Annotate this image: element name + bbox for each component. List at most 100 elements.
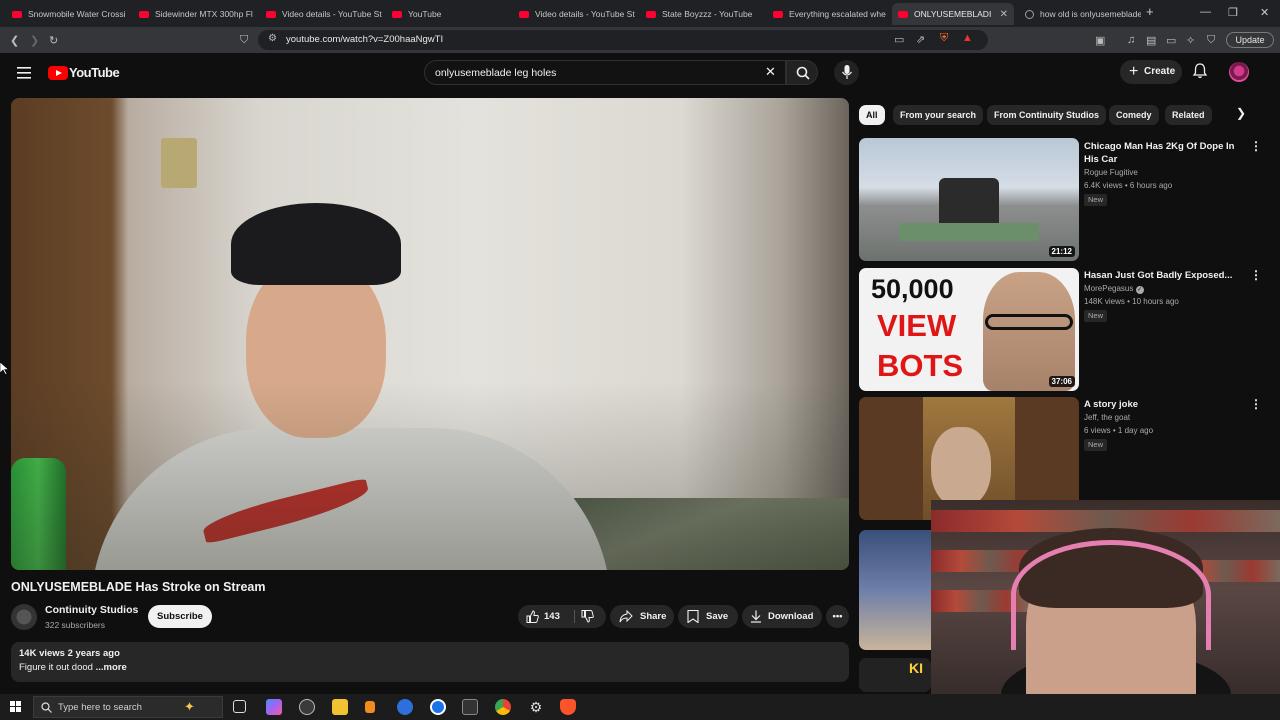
search-button[interactable] xyxy=(786,60,818,85)
app-icon[interactable] xyxy=(430,699,446,715)
vpn-icon[interactable]: ⛉ xyxy=(1207,34,1215,47)
like-divider xyxy=(574,610,575,623)
app-icon[interactable] xyxy=(365,701,375,713)
wallet-icon[interactable]: ▭ xyxy=(1166,34,1176,47)
minimize-icon[interactable]: — xyxy=(1200,6,1211,18)
channel-name[interactable]: Continuity Studios xyxy=(45,604,138,616)
browser-tab[interactable]: Everything escalated whe xyxy=(767,3,889,25)
like-count[interactable]: 143 xyxy=(544,605,560,628)
share-page-icon[interactable]: ⇗ xyxy=(916,33,925,46)
reload-icon[interactable]: ↻ xyxy=(49,34,58,47)
menu-icon[interactable] xyxy=(17,67,31,79)
rec-title[interactable]: Chicago Man Has 2Kg Of Dope In His Car xyxy=(1084,140,1244,166)
dislike-icon[interactable] xyxy=(581,610,594,623)
app-icon[interactable] xyxy=(462,699,478,715)
save-button[interactable]: Save xyxy=(678,605,738,628)
youtube-icon xyxy=(392,10,402,18)
close-tab-icon[interactable]: ✕ xyxy=(1000,9,1008,20)
rec-thumbnail[interactable]: 21:12 xyxy=(859,138,1079,261)
youtube-icon xyxy=(12,10,22,18)
more-vertical-icon[interactable]: ⋮ xyxy=(1250,268,1262,282)
video-player[interactable] xyxy=(11,98,849,570)
copilot-icon[interactable] xyxy=(266,699,282,715)
brave-shield-icon[interactable]: ⛨ xyxy=(940,32,948,45)
rec-channel[interactable]: Rogue Fugitive xyxy=(1084,168,1138,177)
browser-tab[interactable]: YouTube xyxy=(386,3,508,25)
rec-title[interactable]: A story joke xyxy=(1084,398,1244,411)
chip-from-your-search[interactable]: From your search xyxy=(893,105,984,125)
user-avatar[interactable] xyxy=(1229,62,1249,82)
rec-thumbnail[interactable]: KI xyxy=(859,658,931,692)
create-button[interactable]: Create xyxy=(1120,60,1182,84)
download-button[interactable]: Download xyxy=(742,605,822,628)
rec-channel[interactable]: Jeff, the goat xyxy=(1084,413,1130,422)
thumb-overlay-text: KI xyxy=(909,660,923,676)
youtube-logo-text[interactable]: YouTube xyxy=(69,65,120,80)
rec-meta: 6 views • 1 day ago xyxy=(1084,426,1154,435)
cast-icon[interactable]: ▭ xyxy=(894,33,904,46)
chip-comedy[interactable]: Comedy xyxy=(1109,105,1159,125)
browser-tab[interactable]: Video details - YouTube St xyxy=(513,3,635,25)
chip-related[interactable]: Related xyxy=(1165,105,1212,125)
description-box[interactable]: 14K views 2 years ago Figure it out dood… xyxy=(11,642,849,682)
brave-browser-icon[interactable] xyxy=(560,699,576,715)
share-button[interactable]: Share xyxy=(610,605,674,628)
browser-tab[interactable]: how old is onlyusemeblade xyxy=(1019,3,1141,25)
new-tab-icon[interactable]: + xyxy=(1146,4,1154,19)
obs-icon[interactable] xyxy=(299,699,315,715)
file-explorer-icon[interactable] xyxy=(332,699,348,715)
browser-tab[interactable]: State Boyzzz - YouTube xyxy=(640,3,762,25)
update-button[interactable]: Update xyxy=(1226,32,1274,48)
site-info-icon[interactable]: ⚙ xyxy=(268,33,277,44)
rec-thumbnail[interactable]: 50,000 VIEW BOTS 37:06 xyxy=(859,268,1079,391)
chip-from-channel[interactable]: From Continuity Studios xyxy=(987,105,1106,125)
address-bar[interactable]: ⚙ youtube.com/watch?v=Z00haaNgwTI ▭ ⇗ ⛨ … xyxy=(258,30,988,50)
youtube-icon xyxy=(898,10,908,18)
task-view-icon[interactable] xyxy=(233,700,246,713)
app-icon[interactable] xyxy=(397,699,413,715)
rec-channel[interactable]: MorePegasus ✓ xyxy=(1084,284,1144,294)
more-vertical-icon[interactable]: ⋮ xyxy=(1250,139,1262,153)
settings-gear-icon[interactable]: ⚙ xyxy=(528,699,544,715)
bookmark-icon[interactable]: ⛉ xyxy=(240,34,248,47)
windows-start-icon[interactable] xyxy=(10,701,21,712)
google-icon xyxy=(1025,9,1034,19)
more-actions-button[interactable]: ••• xyxy=(826,605,849,628)
voice-search-button[interactable] xyxy=(834,60,859,85)
back-icon[interactable]: ❮ xyxy=(10,34,19,47)
youtube-logo-icon[interactable] xyxy=(48,66,68,80)
browser-tab[interactable]: Sidewinder MTX 300hp Fl xyxy=(133,3,255,25)
thumb-text-bots: BOTS xyxy=(877,348,964,383)
more-vertical-icon[interactable]: ⋮ xyxy=(1250,397,1262,411)
subscribe-button[interactable]: Subscribe xyxy=(148,605,212,628)
extensions-icon[interactable]: ✧ xyxy=(1186,34,1195,47)
forward-icon[interactable]: ❯ xyxy=(30,34,39,47)
browser-tab[interactable]: Video details - YouTube St xyxy=(260,3,382,25)
notifications-bell-icon[interactable] xyxy=(1192,63,1208,79)
clear-search-icon[interactable]: ✕ xyxy=(765,64,776,80)
sidebar-icon[interactable]: ▣ xyxy=(1095,34,1105,47)
taskbar-search-box[interactable]: Type here to search ✦ xyxy=(33,696,223,718)
show-more-link[interactable]: ...more xyxy=(96,662,127,673)
download-label: Download xyxy=(768,611,814,622)
download-icon xyxy=(751,610,761,623)
chevron-right-icon[interactable]: ❯ xyxy=(1236,106,1246,120)
rec-title[interactable]: Hasan Just Got Badly Exposed... xyxy=(1084,269,1244,282)
restore-icon[interactable]: ❐ xyxy=(1228,6,1238,19)
chip-all[interactable]: All xyxy=(859,105,885,125)
browser-tab-active[interactable]: ONLYUSEMEBLADI ✕ xyxy=(892,3,1014,25)
search-input[interactable]: onlyusemeblade leg holes ✕ xyxy=(424,60,786,85)
channel-avatar[interactable] xyxy=(11,604,37,630)
chrome-icon[interactable] xyxy=(495,699,511,715)
browser-tab[interactable]: Snowmobile Water Crossi xyxy=(6,3,128,25)
new-badge: New xyxy=(1084,439,1108,451)
more-horizontal-icon: ••• xyxy=(832,611,843,622)
like-icon[interactable] xyxy=(526,610,539,623)
brave-rewards-icon[interactable]: ▲ xyxy=(962,32,973,44)
share-label: Share xyxy=(640,611,667,622)
reading-list-icon[interactable]: ▤ xyxy=(1146,34,1156,47)
thumb-face xyxy=(931,427,991,507)
media-icon[interactable]: ♫ xyxy=(1127,34,1135,46)
close-window-icon[interactable]: ✕ xyxy=(1260,6,1269,19)
youtube-icon xyxy=(519,10,529,18)
